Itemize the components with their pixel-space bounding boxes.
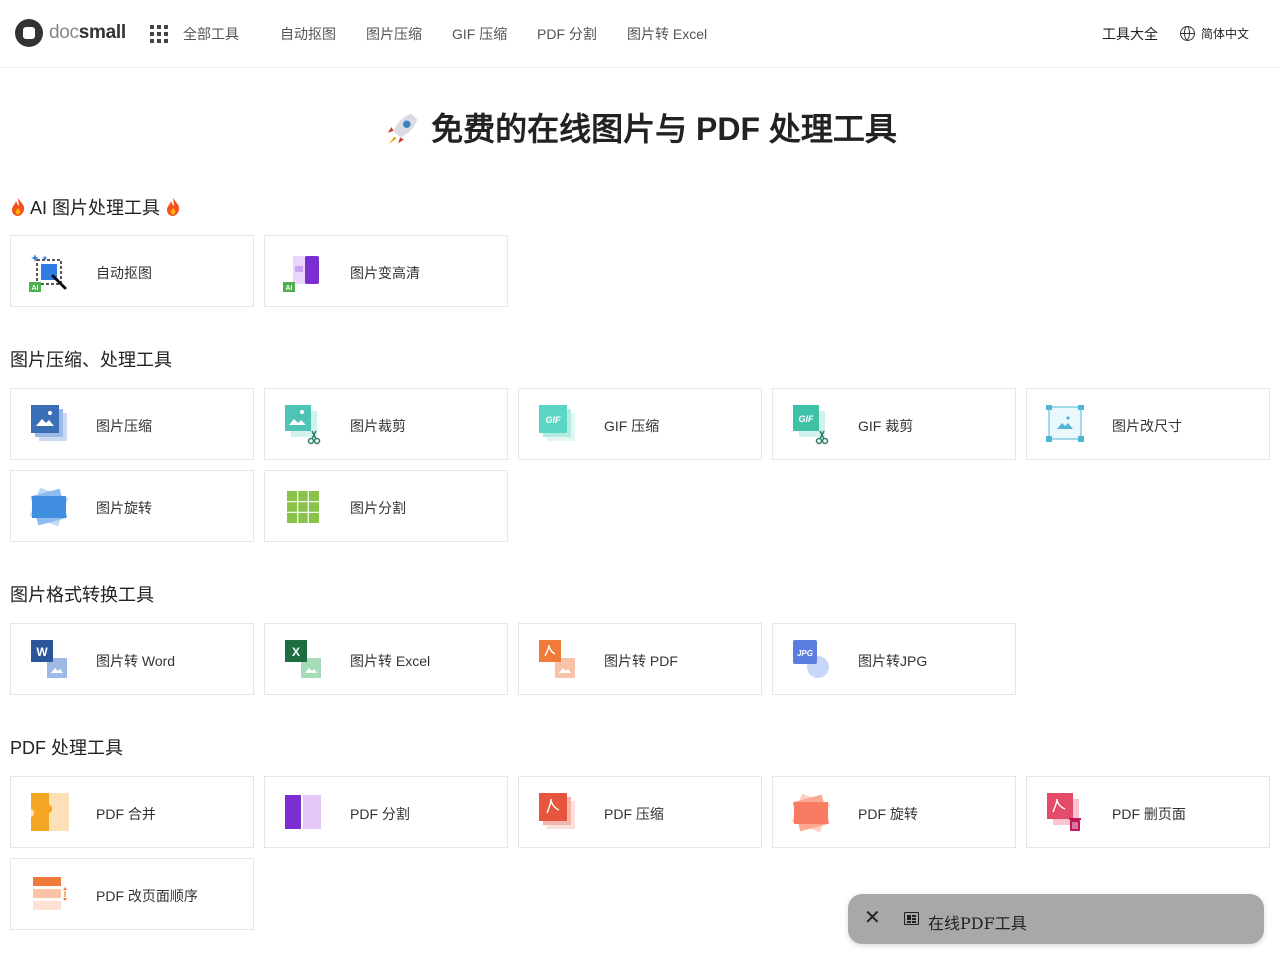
nav-image-to-excel[interactable]: 图片转 Excel <box>627 24 707 44</box>
section-title-image-tools: 图片压缩、处理工具 <box>10 350 172 370</box>
tool-card-image-to-pdf[interactable]: 图片转 PDF <box>518 623 762 695</box>
page-title: 免费的在线图片与 PDF 处理工具 <box>0 104 1280 151</box>
tool-card-label: PDF 旋转 <box>858 806 918 822</box>
word-icon: W <box>31 640 67 678</box>
tool-card-pdf-delete-pages[interactable]: PDF 删页面 <box>1026 776 1270 848</box>
nav-tools-all[interactable]: 工具大全 <box>1102 24 1158 44</box>
tool-card-label: GIF 压缩 <box>604 418 660 434</box>
close-icon[interactable]: ✕ <box>864 908 881 928</box>
section-title-pdf-tools: PDF 处理工具 <box>10 738 124 758</box>
tool-card-gif-crop[interactable]: GIF GIF 裁剪 <box>772 388 1016 460</box>
section-title-ai: AI 图片处理工具 <box>10 194 181 220</box>
tool-card-pdf-rotate[interactable]: PDF 旋转 <box>772 776 1016 848</box>
tool-card-image-resize[interactable]: 图片改尺寸 <box>1026 388 1270 460</box>
tool-card-image-split[interactable]: 图片分割 <box>264 470 508 542</box>
floating-bar-label[interactable]: 在线PDF工具 <box>928 910 1027 934</box>
image-enhance-icon: AI <box>283 256 319 292</box>
tool-card-label: 自动抠图 <box>96 265 152 281</box>
tool-card-image-rotate[interactable]: 图片旋转 <box>10 470 254 542</box>
tool-card-label: PDF 改页面顺序 <box>96 888 198 904</box>
pdf-merge-icon <box>31 793 69 831</box>
floating-pdf-tools-bar[interactable]: ✕ 在线PDF工具 <box>848 894 1264 944</box>
pdf-split-icon <box>285 795 321 829</box>
tool-card-gif-compress[interactable]: GIF GIF 压缩 <box>518 388 762 460</box>
image-compress-icon <box>31 405 67 441</box>
nav-image-compress[interactable]: 图片压缩 <box>366 24 422 44</box>
pdf-rotate-icon <box>791 793 831 833</box>
tool-card-label: 图片旋转 <box>96 500 152 516</box>
tool-card-image-crop[interactable]: 图片裁剪 <box>264 388 508 460</box>
image-resize-icon <box>1046 405 1084 442</box>
tool-card-image-to-excel[interactable]: X 图片转 Excel <box>264 623 508 695</box>
section-title-ai-text: AI 图片处理工具 <box>30 198 161 218</box>
tool-card-label: PDF 合并 <box>96 806 156 822</box>
newspaper-icon <box>904 912 919 925</box>
image-crop-icon <box>285 405 321 445</box>
language-switcher[interactable]: 简体中文 <box>1180 25 1249 42</box>
logo[interactable]: docsmall <box>15 19 126 47</box>
ai-badge-text: AI <box>286 285 293 292</box>
apps-grid-icon[interactable] <box>150 25 168 43</box>
auto-cutout-icon: AI <box>29 254 67 292</box>
gif-badge-text: GIF <box>546 415 562 425</box>
flame-icon <box>167 198 180 216</box>
nav-gif-compress[interactable]: GIF 压缩 <box>452 24 507 44</box>
tool-card-pdf-compress[interactable]: PDF 压缩 <box>518 776 762 848</box>
tool-card-label: 图片转 PDF <box>604 653 678 669</box>
jpg-icon: JPG <box>793 640 829 678</box>
word-letter: W <box>36 645 48 659</box>
tool-card-label: GIF 裁剪 <box>858 418 914 434</box>
tool-card-label: 图片分割 <box>350 500 406 516</box>
top-nav-bar: docsmall 全部工具 自动抠图 图片压缩 GIF 压缩 PDF 分割 图片… <box>0 0 1280 68</box>
image-split-icon <box>287 491 319 523</box>
tool-card-label: PDF 删页面 <box>1112 806 1186 822</box>
ai-badge-text: AI <box>32 285 39 292</box>
tool-card-label: 图片压缩 <box>96 418 152 434</box>
logo-text: docsmall <box>49 22 126 43</box>
gif-compress-icon: GIF <box>539 405 575 441</box>
tool-card-label: PDF 分割 <box>350 806 410 822</box>
pdf-delete-icon <box>1047 793 1081 831</box>
tool-card-image-to-word[interactable]: W 图片转 Word <box>10 623 254 695</box>
tool-card-auto-cutout[interactable]: AI 自动抠图 <box>10 235 254 307</box>
tool-card-label: 图片变高清 <box>350 265 420 281</box>
tool-card-image-compress[interactable]: 图片压缩 <box>10 388 254 460</box>
page-title-text: 免费的在线图片与 PDF 处理工具 <box>431 111 897 147</box>
gif-badge-text: GIF <box>799 414 815 424</box>
tool-card-label: 图片转 Word <box>96 653 176 669</box>
tool-card-label: PDF 压缩 <box>604 806 664 822</box>
section-title-convert-tools: 图片格式转换工具 <box>10 585 154 605</box>
excel-letter: X <box>292 645 300 659</box>
logo-mark-icon <box>15 19 43 47</box>
pdf-reorder-icon <box>33 877 67 910</box>
flame-icon <box>12 198 25 216</box>
image-rotate-icon <box>29 487 69 527</box>
tool-card-label: 图片改尺寸 <box>1112 418 1182 434</box>
tool-card-pdf-split[interactable]: PDF 分割 <box>264 776 508 848</box>
tool-card-label: 图片转JPG <box>858 653 928 669</box>
jpg-badge-text: JPG <box>797 649 813 658</box>
gif-crop-icon: GIF <box>793 405 829 445</box>
excel-icon: X <box>285 640 321 678</box>
nav-pdf-split[interactable]: PDF 分割 <box>537 24 597 44</box>
nav-auto-cutout[interactable]: 自动抠图 <box>280 24 336 44</box>
tool-card-pdf-merge[interactable]: PDF 合并 <box>10 776 254 848</box>
pdf-icon <box>539 640 575 678</box>
tool-card-image-enhance[interactable]: AI 图片变高清 <box>264 235 508 307</box>
tool-card-label: 图片裁剪 <box>350 418 406 434</box>
tool-card-image-to-jpg[interactable]: JPG 图片转JPG <box>772 623 1016 695</box>
nav-all-tools[interactable]: 全部工具 <box>183 24 239 44</box>
tool-card-label: 图片转 Excel <box>350 653 431 669</box>
globe-icon <box>1180 26 1195 41</box>
rocket-icon <box>387 113 418 144</box>
tool-card-pdf-reorder[interactable]: PDF 改页面顺序 <box>10 858 254 930</box>
pdf-compress-icon <box>539 793 575 829</box>
language-label: 简体中文 <box>1201 27 1250 41</box>
